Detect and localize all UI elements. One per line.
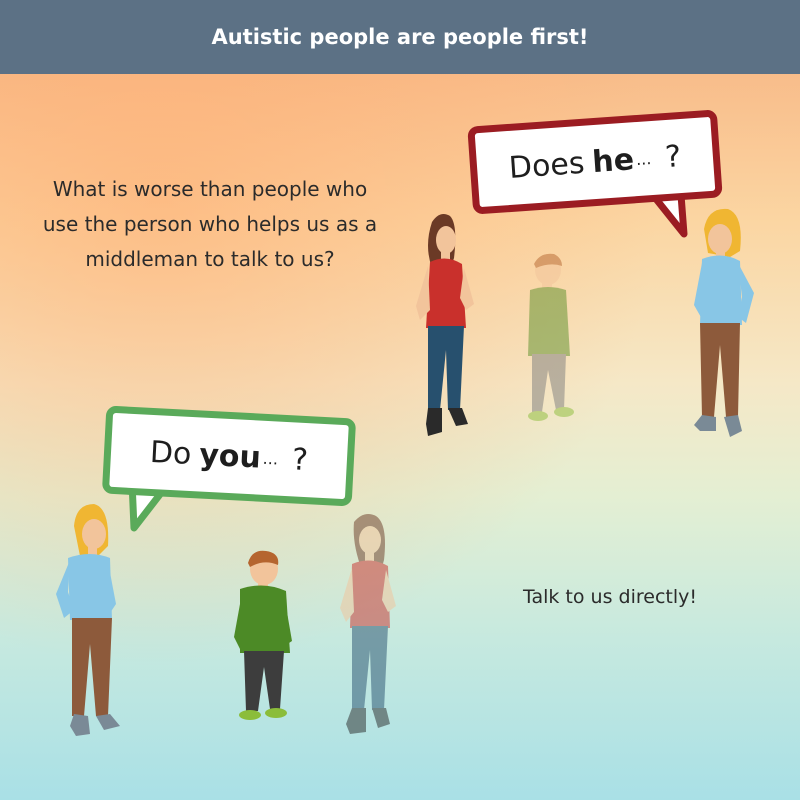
woman-blue-top-figure <box>694 208 754 437</box>
boy-faded-top-figure <box>528 253 574 421</box>
bubble-prefix: Do <box>149 434 193 472</box>
speech-bubble-does-he: Does he ... ? <box>467 109 723 215</box>
bubble-emphasis: he <box>591 141 636 180</box>
answer-text: Talk to us directly! <box>523 586 697 608</box>
page-title: Autistic people are people first! <box>211 25 589 49</box>
woman-faded-bottom-figure <box>340 514 396 734</box>
woman-red-top-figure <box>416 214 474 436</box>
question-text: What is worse than people who use the pe… <box>42 177 378 271</box>
bubble-prefix: Does <box>507 145 586 186</box>
bubble-question-mark: ? <box>663 138 683 175</box>
woman-blue-bottom-figure <box>56 504 120 736</box>
speech-bubble-do-you: Do you ... ? <box>101 405 357 507</box>
title-bar: Autistic people are people first! <box>0 0 800 74</box>
bubble-question-mark: ? <box>291 441 309 478</box>
bubble-dots: ... <box>635 148 652 169</box>
boy-green-bottom-figure <box>234 550 292 720</box>
bubble-emphasis: you <box>198 436 262 476</box>
bubble-dots: ... <box>262 448 279 469</box>
poster: Autistic people are people first! What i… <box>0 0 800 800</box>
